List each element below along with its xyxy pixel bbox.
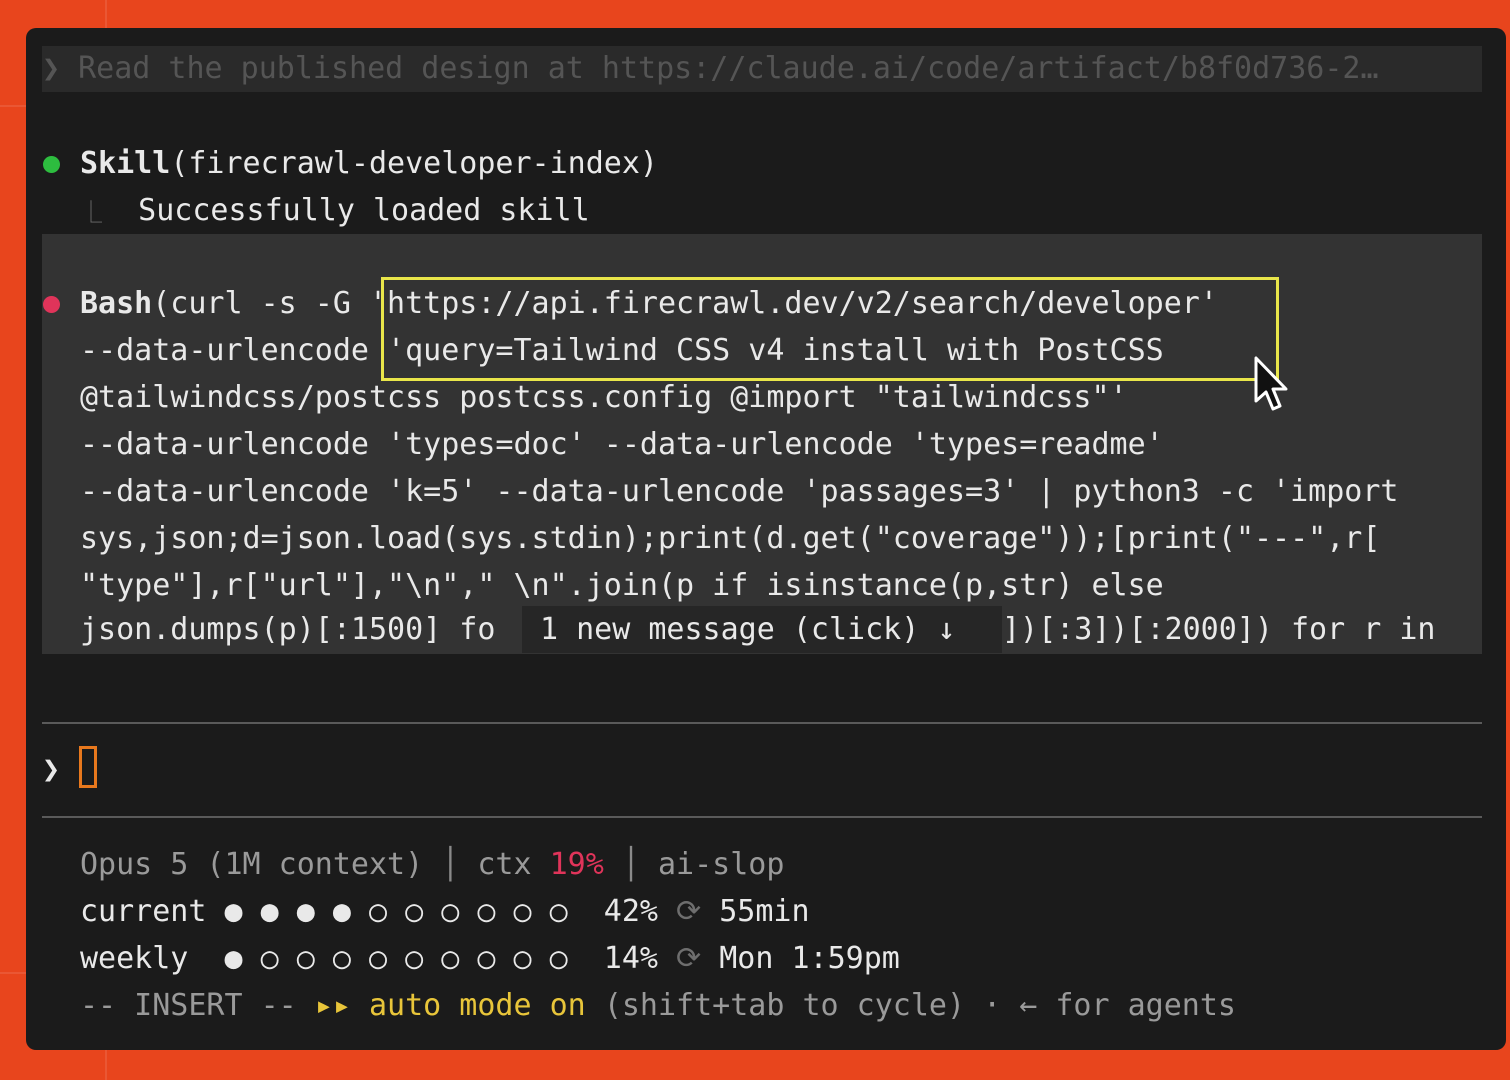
input-prompt-symbol: ❯	[42, 752, 61, 787]
bash-line-4: --data-urlencode 'types=doc' --data-urle…	[80, 427, 1164, 462]
bash-line-8: json.dumps(p)[:1500] fo	[80, 612, 496, 647]
mouse-pointer-icon	[1254, 356, 1288, 411]
input-top-divider	[42, 722, 1482, 724]
new-message-toast[interactable]: 1 new message (click) ↓	[522, 606, 1002, 653]
guide-line-horizontal	[0, 105, 26, 107]
weekly-label: weekly	[80, 941, 207, 976]
auto-mode-icon: ▸▸	[314, 988, 351, 1023]
weekly-usage-line: weekly ● ○ ○ ○ ○ ○ ○ ○ ○ ○ 14% ⟳ Mon 1:5…	[80, 935, 900, 982]
bash-line-3: @tailwindcss/postcss postcss.config @imp…	[80, 380, 1128, 415]
ctx-value: 19%	[549, 847, 604, 882]
reset-icon: ⟳	[676, 894, 702, 929]
auto-mode-text[interactable]: auto mode on	[369, 988, 586, 1023]
highlight-box	[381, 277, 1279, 381]
current-usage-line: current ● ● ● ● ○ ○ ○ ○ ○ ○ 42% ⟳ 55min	[80, 888, 810, 935]
project-name: ai-slop	[657, 847, 785, 882]
terminal-window[interactable]: ❯ Read the published design at https://c…	[26, 28, 1506, 1050]
mode-line: -- INSERT -- ▸▸ auto mode on (shift+tab …	[80, 982, 1236, 1029]
bash-status-dot	[43, 296, 60, 313]
bash-name: Bash	[80, 286, 153, 321]
previous-prompt-text: ❯ Read the published design at https://c…	[42, 51, 1379, 86]
insert-mode-label: -- INSERT --	[80, 988, 297, 1023]
new-message-text: 1 new message (click) ↓	[540, 612, 956, 647]
weekly-percent: 14%	[603, 941, 658, 976]
input-field[interactable]	[110, 746, 1470, 793]
agents-hint[interactable]: · ← for agents	[983, 988, 1236, 1023]
skill-call: Skill(firecrawl-developer-index)	[80, 140, 658, 187]
skill-args: (firecrawl-developer-index)	[170, 146, 658, 181]
reset-icon: ⟳	[676, 941, 702, 976]
result-branch-icon: ⎿	[80, 201, 103, 226]
skill-result: ⎿ Successfully loaded skill	[80, 187, 590, 234]
current-reset-time: 55min	[719, 894, 810, 929]
bash-line-8-tail: ])[:3])[:2000]) for r in	[1002, 612, 1436, 647]
status-model-line: Opus 5 (1M context) │ ctx 19% │ ai-slop	[80, 847, 785, 882]
model-name: Opus 5 (1M context)	[80, 847, 424, 882]
weekly-usage-dots: ● ○ ○ ○ ○ ○ ○ ○ ○ ○	[224, 941, 568, 976]
skill-result-text: Successfully loaded skill	[138, 193, 590, 228]
text-cursor	[79, 746, 97, 788]
weekly-reset-time: Mon 1:59pm	[719, 941, 900, 976]
skill-status-dot	[43, 156, 60, 173]
guide-line-horizontal	[0, 972, 26, 974]
ctx-label: ctx	[477, 847, 532, 882]
bash-line-6: sys,json;d=json.load(sys.stdin);print(d.…	[80, 521, 1381, 556]
bash-line-5: --data-urlencode 'k=5' --data-urlencode …	[80, 474, 1399, 509]
previous-prompt: ❯ Read the published design at https://c…	[42, 46, 1482, 92]
current-percent: 42%	[603, 894, 658, 929]
input-bottom-divider	[42, 816, 1482, 818]
current-usage-dots: ● ● ● ● ○ ○ ○ ○ ○ ○	[224, 894, 568, 929]
cycle-hint: (shift+tab to cycle)	[603, 988, 966, 1023]
skill-name: Skill	[80, 146, 171, 181]
current-label: current	[80, 894, 207, 929]
bash-line-7: "type"],r["url"],"\n"," \n".join(p if is…	[80, 568, 1164, 603]
